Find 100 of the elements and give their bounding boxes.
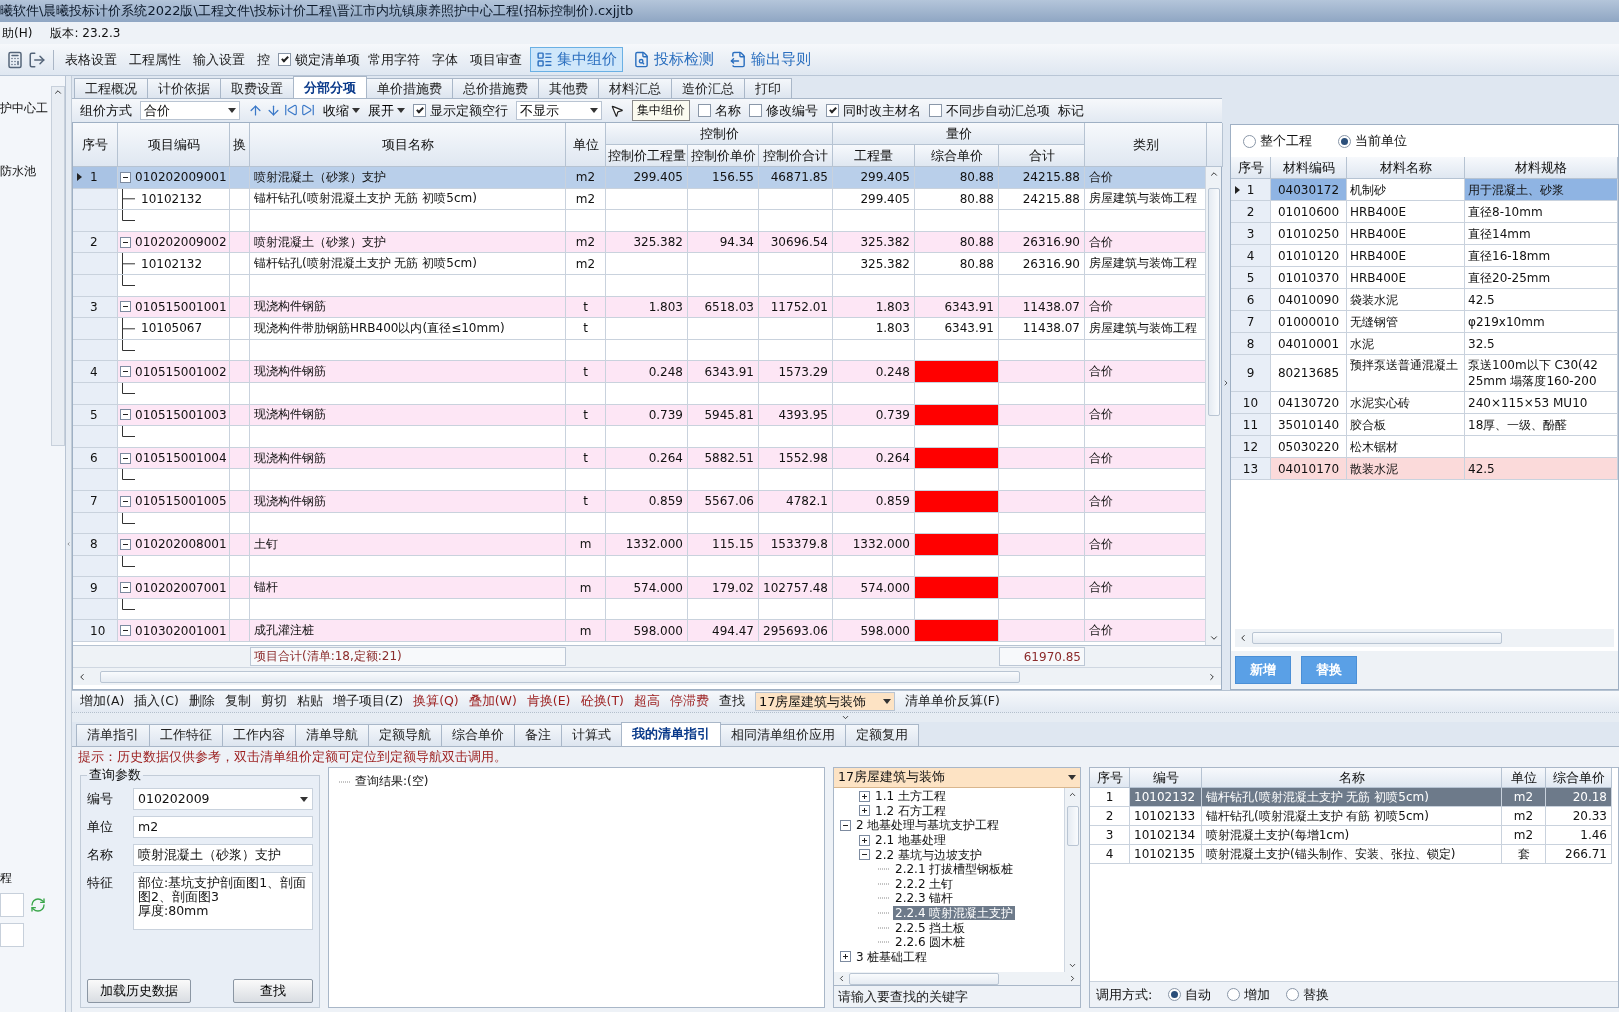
select-field[interactable]: 合价 xyxy=(140,101,240,120)
tree-node[interactable]: 程 xyxy=(0,870,65,887)
table-cell[interactable]: 喷射混凝土支护(每增1cm) xyxy=(1202,826,1502,845)
collapse-icon[interactable] xyxy=(120,538,131,550)
row-header[interactable]: 7 xyxy=(73,490,118,513)
tree-node[interactable]: 1.2 石方工程 xyxy=(873,803,948,818)
table-cell[interactable]: 10102134 xyxy=(1130,826,1202,845)
exit-icon[interactable] xyxy=(28,50,46,69)
collapse-icon[interactable] xyxy=(120,409,131,421)
table-cell[interactable]: 10102133 xyxy=(1130,807,1202,826)
scrollbar-thumb[interactable] xyxy=(1252,632,1502,644)
row-header[interactable]: 6 xyxy=(1231,289,1271,311)
table-cell[interactable]: 10102135 xyxy=(1130,845,1202,864)
scrollbar-thumb[interactable] xyxy=(100,670,1021,683)
tree-node[interactable]: 2.2.3 锚杆 xyxy=(893,891,956,906)
input-field[interactable] xyxy=(0,923,24,947)
radio-button[interactable]: 自动 xyxy=(1168,985,1212,1004)
toolbar-button[interactable]: 停滞费 xyxy=(669,693,709,710)
tab[interactable]: 计价依据 xyxy=(147,78,221,98)
table-cell[interactable]: 2 xyxy=(1090,807,1130,826)
table-row[interactable]: 1 010202009001 喷射混凝土（砂浆）支护 m2 299.405 156.55 46871.85 299.405 80.88 24215.88 合价 xyxy=(73,167,1205,189)
row-header[interactable]: 4 xyxy=(73,361,118,383)
tree-node[interactable]: 2.2.6 圆木桩 xyxy=(893,935,968,950)
tree-node[interactable]: 2.1 地基处理 xyxy=(873,833,948,848)
collapse-icon[interactable] xyxy=(120,366,131,378)
toolbar-button[interactable]: 查找 xyxy=(718,693,745,710)
scroll-right-icon[interactable] xyxy=(1207,671,1217,682)
table-cell[interactable]: 锚杆钻孔(喷射混凝土支护 有筋 初喷5cm) xyxy=(1202,807,1502,826)
tree-node[interactable]: 2 地基处理与基坑支护工程 xyxy=(854,818,1002,833)
tree-node[interactable]: 1.1 土方工程 xyxy=(873,789,948,804)
table-cell[interactable]: 266.71 xyxy=(1546,845,1612,864)
toolbar-button[interactable]: 叠加(W) xyxy=(468,693,517,710)
move-up-icon[interactable] xyxy=(248,103,263,118)
last-icon[interactable] xyxy=(301,103,315,117)
toolbar-button[interactable]: 常用字符 xyxy=(364,48,424,71)
tab[interactable]: 工程概况 xyxy=(74,78,148,98)
row-header[interactable]: 8 xyxy=(73,534,118,556)
search-field[interactable]: 请输入要查找的关键字 xyxy=(834,985,1080,1007)
scroll-right-icon[interactable] xyxy=(1068,974,1077,983)
radio-button[interactable]: 整个工程 xyxy=(1243,132,1312,150)
vertical-scrollbar[interactable] xyxy=(1205,167,1221,645)
tab[interactable]: 材料汇总 xyxy=(598,78,672,98)
row-header[interactable]: 8 xyxy=(1231,333,1271,355)
select-field[interactable]: 不显示 xyxy=(516,101,602,120)
expand-icon[interactable] xyxy=(859,834,870,846)
first-icon[interactable] xyxy=(284,103,298,117)
dropdown-button[interactable]: 展开 xyxy=(368,101,405,120)
scroll-left-icon[interactable] xyxy=(1238,633,1248,643)
horizontal-scrollbar[interactable] xyxy=(1235,629,1614,647)
toolbar-button[interactable]: 投标检测 xyxy=(627,47,720,72)
scroll-left-icon[interactable] xyxy=(77,671,87,682)
horizontal-scrollbar[interactable] xyxy=(834,972,1080,985)
row-header[interactable]: 10 xyxy=(73,620,118,643)
refresh-icon[interactable] xyxy=(30,897,46,913)
calculator-icon[interactable] xyxy=(6,50,24,69)
collapse-icon[interactable] xyxy=(120,495,131,507)
table-cell[interactable]: 4 xyxy=(1090,845,1130,864)
table-row[interactable]: 10105067 现浇构件带肋钢筋HRB400以内(直径≤10mm) t 1.803 6343.91 11438.07 房屋建筑与装饰工程 xyxy=(73,318,1205,340)
scroll-down-icon[interactable] xyxy=(1068,961,1077,970)
tab[interactable]: 其他费 xyxy=(538,78,599,98)
collapse-icon[interactable] xyxy=(120,301,131,313)
collapse-icon[interactable] xyxy=(120,625,131,637)
vertical-scrollbar[interactable] xyxy=(51,86,65,446)
checkbox[interactable]: 显示定额空行 xyxy=(413,101,508,120)
toolbar-button[interactable]: 插入(C) xyxy=(134,693,179,710)
input-field[interactable]: m2 xyxy=(133,816,313,838)
code-combo-field[interactable]: 010202009 xyxy=(133,788,313,810)
row-header[interactable]: 3 xyxy=(73,296,118,319)
table-row[interactable]: 3 010515001001 现浇构件钢筋 t 1.803 6518.03 11752.01 1.803 6343.91 11438.07 合价 xyxy=(73,296,1205,319)
table-cell[interactable]: 1 xyxy=(1090,788,1130,807)
toolbar-button[interactable]: 输入设置 xyxy=(189,48,249,71)
table-row[interactable]: 10 010302001001 成孔灌注桩 m 598.000 494.47 295693.06 598.000 合价 xyxy=(73,620,1205,643)
toolbar-button[interactable]: 砼换(T) xyxy=(580,693,624,710)
scrollbar-thumb[interactable] xyxy=(1066,806,1079,847)
horizontal-scrollbar[interactable] xyxy=(73,667,1221,685)
library-select[interactable]: 17房屋建筑与装饰 xyxy=(754,692,895,711)
toolbar-button[interactable]: 字体 xyxy=(428,48,462,71)
row-header[interactable]: 2 xyxy=(73,231,118,254)
toolbar-button[interactable]: 剪切 xyxy=(260,693,287,710)
toolbar-button[interactable]: 项目审查 xyxy=(466,48,526,71)
move-down-icon[interactable] xyxy=(266,103,281,118)
row-header[interactable]: 12 xyxy=(1231,436,1271,458)
row-header[interactable]: 9 xyxy=(1231,355,1271,392)
row-header[interactable]: 7 xyxy=(1231,311,1271,333)
tree-node[interactable]: 2.2.5 挡土板 xyxy=(893,920,968,935)
tree-node[interactable]: 2.2.2 土钉 xyxy=(893,876,956,891)
input-field[interactable]: 喷射混凝土（砂浆）支护 xyxy=(133,844,313,866)
toolbar-button[interactable]: 超高 xyxy=(633,693,660,710)
table-row[interactable]: 7 010515001005 现浇构件钢筋 t 0.859 5567.06 4782.1 0.859 合价 xyxy=(73,490,1205,513)
toolbar-button[interactable]: 控 xyxy=(253,48,274,71)
checkbox[interactable]: 锁定清单项 xyxy=(278,50,360,69)
row-header[interactable]: 6 xyxy=(73,447,118,470)
collapse-icon[interactable] xyxy=(840,820,851,831)
checkbox[interactable]: 名称 xyxy=(698,101,741,120)
dropdown-button[interactable]: 收缩 xyxy=(323,101,360,120)
toolbar-button[interactable]: 增加(A) xyxy=(80,693,125,710)
tab[interactable]: 定额复用 xyxy=(845,724,919,746)
tree-node[interactable]: 护中心工 xyxy=(0,100,51,117)
query-button[interactable]: 查找 xyxy=(233,979,313,1003)
tab[interactable]: 单价措施费 xyxy=(366,78,453,98)
